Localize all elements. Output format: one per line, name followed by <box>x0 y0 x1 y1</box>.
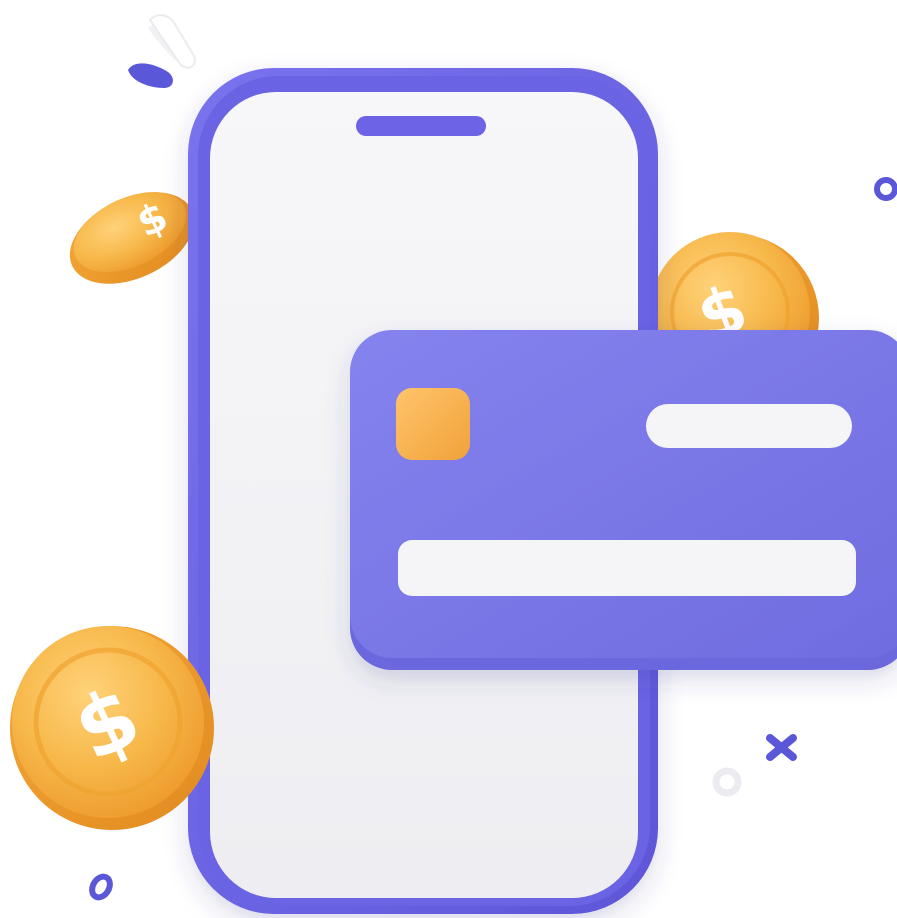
credit-card-icon <box>350 330 897 670</box>
sparkle-icon <box>128 14 196 88</box>
ring-icon <box>712 767 742 797</box>
x-mark-icon <box>766 734 797 761</box>
card-chip <box>396 388 470 460</box>
phone-speaker <box>356 116 486 136</box>
dollar-coin-icon: $ <box>69 192 195 284</box>
card-name-stripe <box>646 404 852 448</box>
card-number-stripe <box>398 540 856 596</box>
mobile-payment-illustration: $ $ $ <box>10 14 897 914</box>
ring-icon <box>89 873 113 901</box>
dollar-coin-icon: $ <box>10 626 214 830</box>
ring-icon <box>874 177 897 201</box>
